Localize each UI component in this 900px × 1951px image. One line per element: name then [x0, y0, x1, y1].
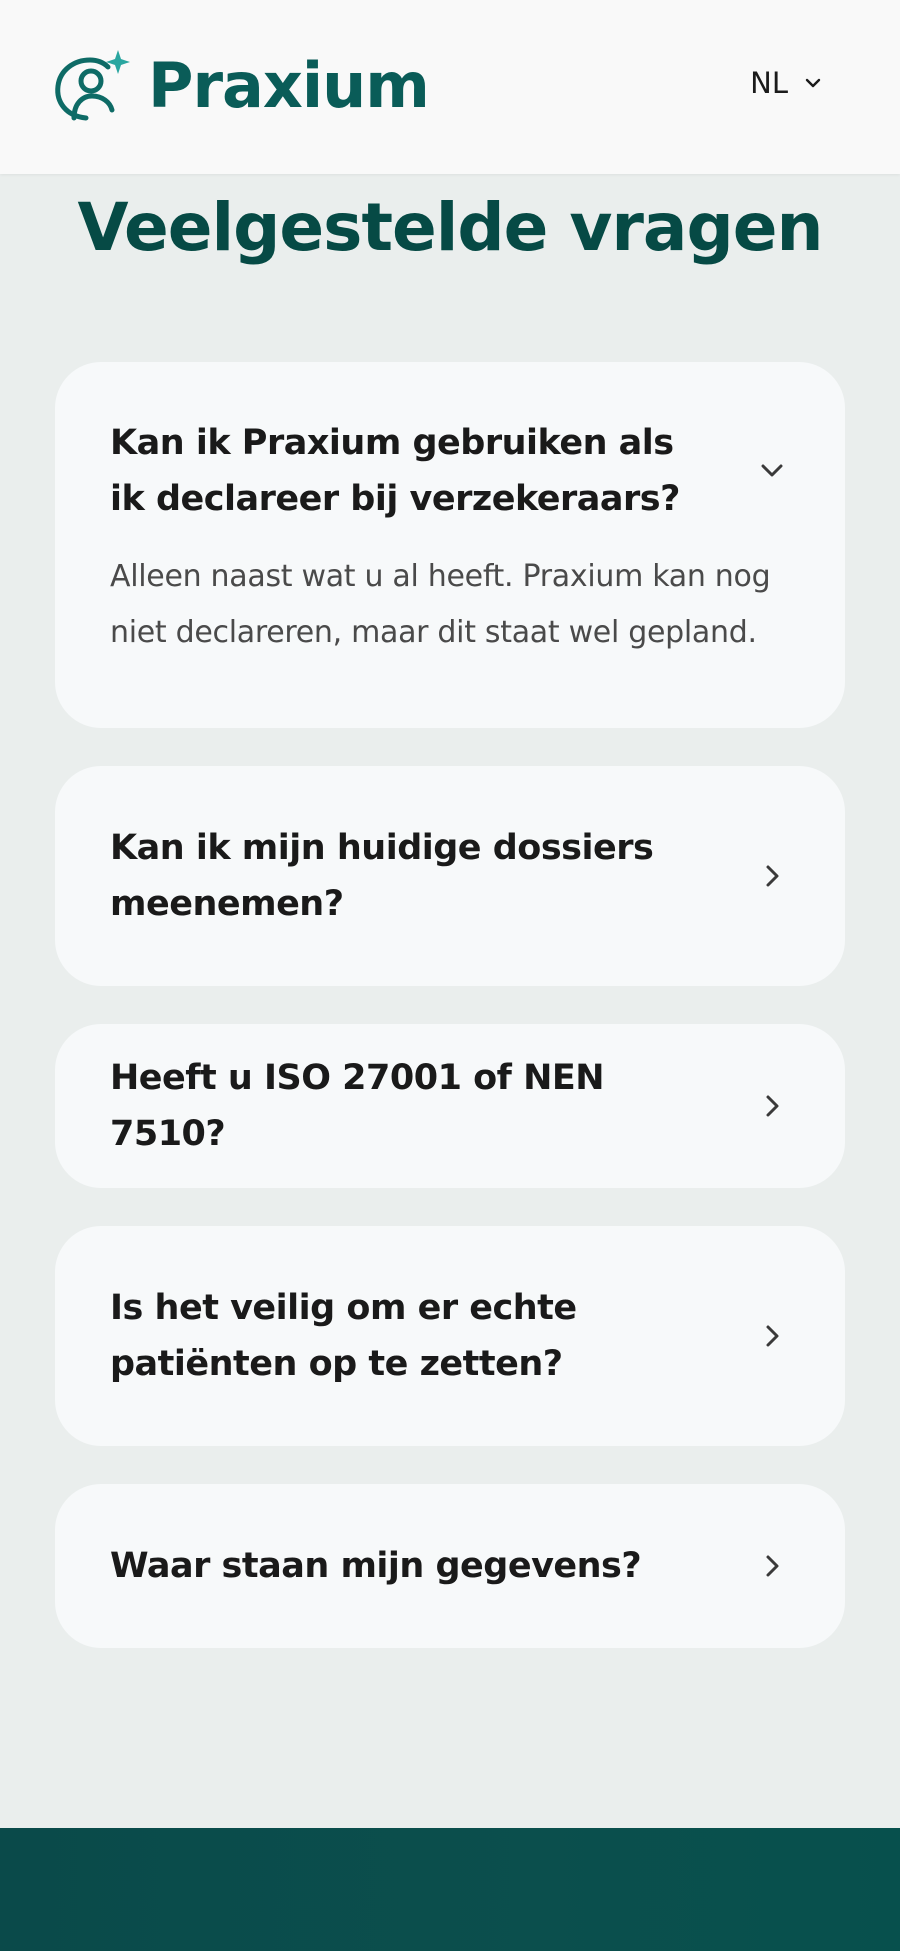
chevron-right-icon — [766, 1325, 779, 1347]
site-footer — [0, 1828, 900, 1951]
faq-question: Is het veilig om er echte patiënten op t… — [110, 1288, 577, 1384]
chevron-down-icon — [761, 464, 783, 477]
chevron-down-icon — [805, 78, 821, 88]
language-selector[interactable]: NL — [750, 66, 824, 100]
faq-question-row[interactable]: Heeft u ISO 27001 of NEN 7510? — [110, 1050, 790, 1162]
faq-question: Heeft u ISO 27001 of NEN 7510? — [110, 1058, 605, 1154]
faq-question-row[interactable]: Waar staan mijn gegevens? — [110, 1538, 790, 1594]
faq-item[interactable]: Heeft u ISO 27001 of NEN 7510? — [55, 1024, 845, 1188]
faq-item[interactable]: Waar staan mijn gegevens? — [55, 1484, 845, 1648]
chevron-right-icon — [766, 1095, 779, 1117]
chevron-right-icon — [766, 865, 779, 887]
faq-list: Kan ik Praxium gebruiken als ik declaree… — [55, 362, 845, 1686]
faq-question: Kan ik mijn huidige dossiers meenemen? — [110, 828, 654, 924]
site-header: Praxium NL — [0, 0, 900, 174]
brand-name: Praxium — [148, 49, 430, 122]
faq-question-row[interactable]: Kan ik Praxium gebruiken als ik declaree… — [110, 415, 790, 527]
faq-item[interactable]: Is het veilig om er echte patiënten op t… — [55, 1226, 845, 1446]
faq-answer: Alleen naast wat u al heeft. Praxium kan… — [110, 559, 771, 650]
chevron-right-icon — [766, 1555, 779, 1577]
person-sparkle-icon — [55, 50, 130, 121]
language-label: NL — [750, 66, 788, 100]
faq-question-row[interactable]: Is het veilig om er echte patiënten op t… — [110, 1280, 790, 1392]
faq-item[interactable]: Kan ik Praxium gebruiken als ik declaree… — [55, 362, 845, 728]
faq-question: Waar staan mijn gegevens? — [110, 1546, 642, 1586]
faq-question: Kan ik Praxium gebruiken als ik declaree… — [110, 423, 680, 519]
faq-item[interactable]: Kan ik mijn huidige dossiers meenemen? — [55, 766, 845, 986]
brand-logo[interactable]: Praxium — [52, 48, 430, 124]
faq-question-row[interactable]: Kan ik mijn huidige dossiers meenemen? — [110, 820, 790, 932]
page-title: Veelgestelde vragen — [77, 189, 824, 266]
